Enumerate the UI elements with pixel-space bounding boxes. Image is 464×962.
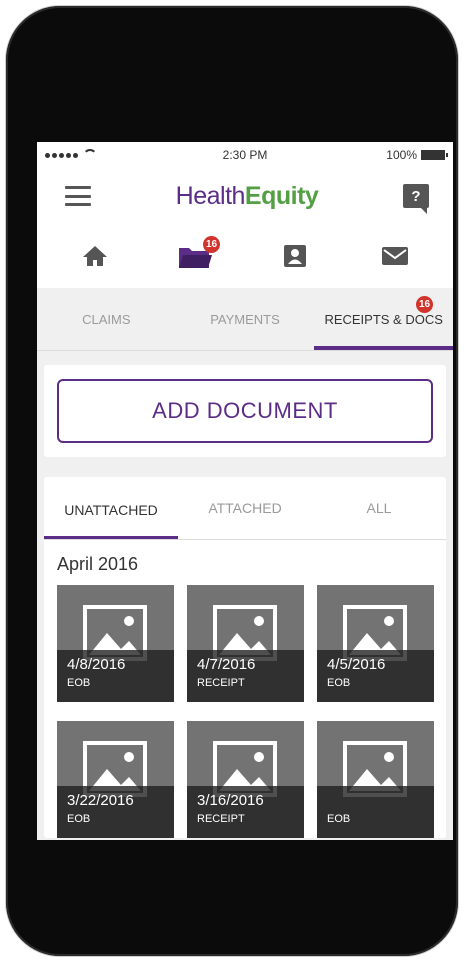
subtab-all[interactable]: ALL — [312, 477, 446, 539]
add-document-card: ADD DOCUMENT — [44, 365, 446, 457]
document-tile[interactable]: 3/22/2016 EOB — [57, 721, 174, 838]
documents-card: UNATTACHED ATTACHED ALL April 2016 4/8/2… — [44, 477, 446, 838]
document-type: EOB — [67, 813, 91, 825]
status-bar: 2:30 PM 100% — [37, 142, 453, 168]
app-header: HealthEquity ? — [37, 168, 453, 224]
document-type: EOB — [327, 677, 351, 689]
document-date: 3/16/2016 — [197, 792, 264, 809]
document-tile[interactable]: 4/7/2016 RECEIPT — [187, 585, 304, 702]
healthequity-logo: HealthEquity — [175, 181, 319, 210]
tab-payments[interactable]: PAYMENTS — [176, 288, 315, 350]
document-date: 4/5/2016 — [327, 656, 386, 673]
document-tile[interactable]: 4/8/2016 EOB — [57, 585, 174, 702]
document-grid: 4/8/2016 EOB 4/7/2016 RECEIPT 4/5/2016 EOB … — [44, 585, 446, 838]
document-type: RECEIPT — [197, 813, 245, 825]
profile-icon — [284, 245, 306, 267]
menu-icon[interactable] — [65, 186, 91, 206]
subtab-attached[interactable]: ATTACHED — [178, 477, 312, 539]
document-tile[interactable]: EOB — [317, 721, 434, 838]
subtab-unattached[interactable]: UNATTACHED — [44, 477, 178, 539]
content-area: ADD DOCUMENT UNATTACHED ATTACHED ALL Apr… — [37, 351, 453, 840]
help-button[interactable]: ? — [402, 184, 429, 214]
phone-frame: 2:30 PM 100% HealthEquity ? 16 CLAIMS PA… — [6, 6, 458, 956]
messages-nav-button[interactable] — [365, 234, 425, 278]
wifi-icon — [83, 149, 97, 161]
main-tabs: CLAIMS PAYMENTS RECEIPTS & DOCS 16 — [37, 288, 453, 351]
battery-percent: 100% — [386, 148, 417, 162]
document-date: 3/22/2016 — [67, 792, 134, 809]
app-screen: 2:30 PM 100% HealthEquity ? 16 CLAIMS PA… — [37, 142, 453, 840]
folder-badge: 16 — [203, 236, 220, 253]
signal-icon — [45, 149, 97, 161]
tab-claims[interactable]: CLAIMS — [37, 288, 176, 350]
home-nav-button[interactable] — [65, 234, 125, 278]
mail-icon — [382, 247, 408, 265]
document-date: 4/7/2016 — [197, 656, 256, 673]
profile-nav-button[interactable] — [265, 234, 325, 278]
document-type: RECEIPT — [197, 677, 245, 689]
add-document-button[interactable]: ADD DOCUMENT — [57, 379, 433, 443]
document-type: EOB — [327, 813, 351, 825]
tab-receipts-docs[interactable]: RECEIPTS & DOCS 16 — [314, 288, 453, 350]
document-type: EOB — [67, 677, 91, 689]
document-date: 4/8/2016 — [67, 656, 126, 673]
document-tile[interactable]: 3/16/2016 RECEIPT — [187, 721, 304, 838]
document-tile[interactable]: 4/5/2016 EOB — [317, 585, 434, 702]
month-heading: April 2016 — [57, 554, 139, 574]
home-icon — [83, 246, 107, 266]
document-filter-tabs: UNATTACHED ATTACHED ALL — [44, 477, 446, 540]
receipts-badge: 16 — [416, 296, 434, 313]
tab-receipts-docs-label: RECEIPTS & DOCS — [324, 311, 443, 327]
icon-nav: 16 — [37, 224, 453, 288]
battery-icon — [421, 150, 448, 160]
documents-nav-button[interactable]: 16 — [165, 234, 225, 278]
